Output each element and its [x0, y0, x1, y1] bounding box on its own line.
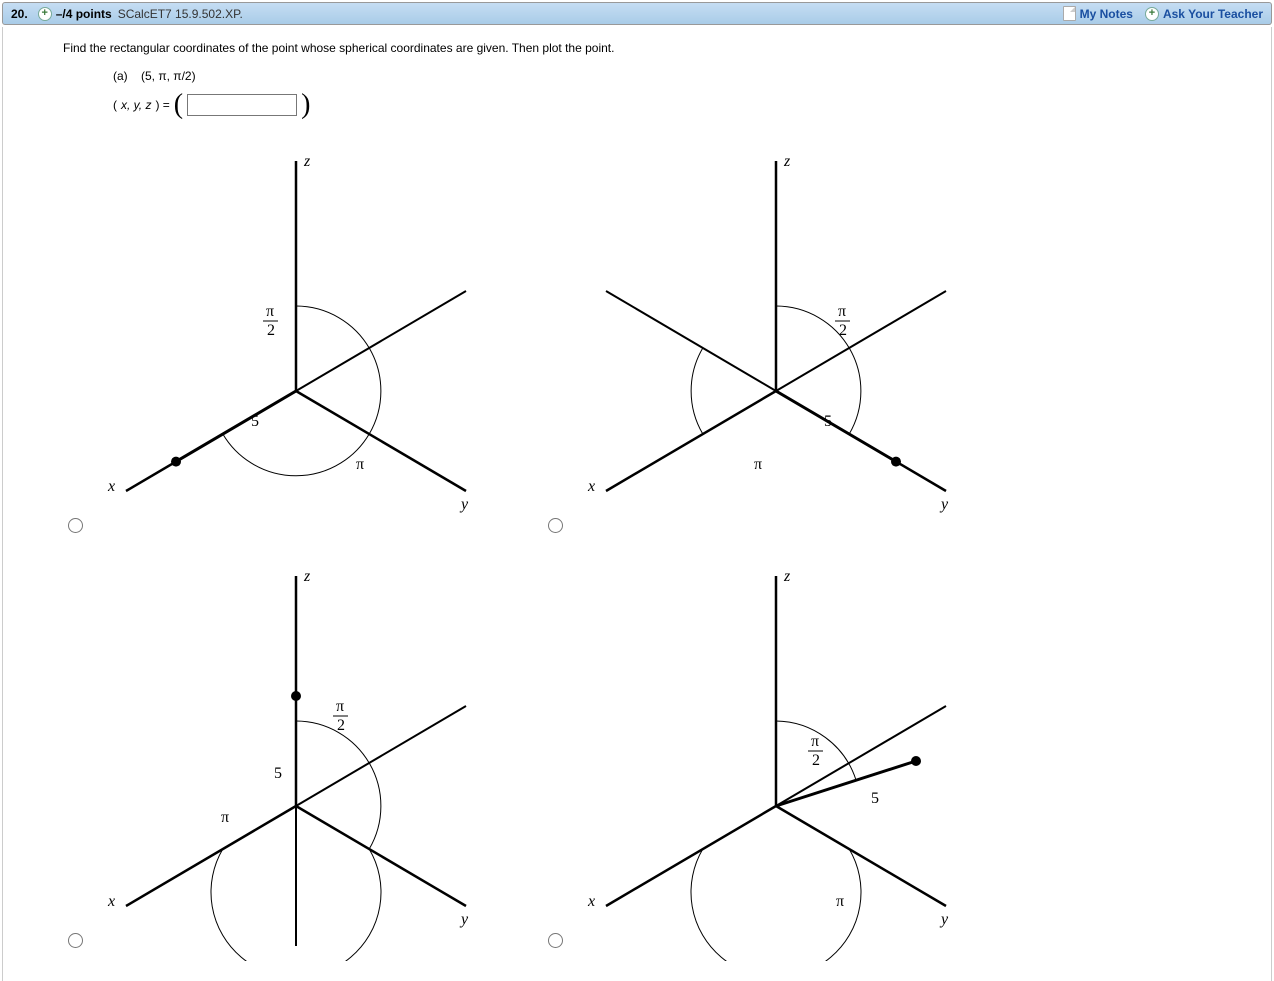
radio-option-c[interactable] — [68, 933, 83, 948]
part-label: (a) — [113, 69, 128, 83]
radio-option-d[interactable] — [548, 933, 563, 948]
svg-text:5: 5 — [871, 790, 879, 807]
svg-text:2: 2 — [812, 752, 820, 769]
svg-text:π: π — [266, 303, 274, 320]
svg-text:π: π — [754, 456, 762, 473]
svg-text:π: π — [838, 303, 846, 320]
points-text: –/4 points — [56, 7, 112, 21]
part-a: (a) (5, π, π/2) — [113, 69, 1241, 83]
answer-label-open: ( — [113, 98, 117, 112]
answer-row: ( x, y, z ) = ( ) — [113, 89, 1241, 121]
svg-text:z: z — [783, 153, 791, 170]
radio-option-a[interactable] — [68, 518, 83, 533]
left-paren: ( — [174, 89, 183, 121]
source-text: SCalcET7 15.9.502.XP. — [118, 7, 243, 21]
svg-text:z: z — [303, 568, 311, 585]
question-prompt: Find the rectangular coordinates of the … — [63, 41, 1241, 55]
answer-label-close: ) = — [155, 98, 169, 112]
plot-option-b: z x y π 2 5 π — [543, 151, 983, 546]
question-number: 20. — [11, 7, 28, 21]
my-notes-link[interactable]: My Notes — [1080, 7, 1133, 21]
right-paren: ) — [301, 89, 310, 121]
plot-option-c: z x y π 2 5 π — [63, 566, 503, 961]
svg-text:z: z — [783, 568, 791, 585]
svg-text:π: π — [811, 733, 819, 750]
given-coordinates: (5, π, π/2) — [141, 69, 196, 83]
plot-b-svg: z x y π 2 5 π — [576, 151, 966, 546]
plot-a-svg: z x y π 2 5 π — [96, 151, 486, 546]
answer-vars: x, y, z — [121, 98, 151, 112]
svg-text:y: y — [459, 911, 469, 928]
svg-text:x: x — [107, 478, 115, 495]
plot-option-a: z x y π 2 5 π — [63, 151, 503, 546]
svg-text:2: 2 — [337, 717, 345, 734]
svg-text:x: x — [587, 478, 595, 495]
svg-text:y: y — [459, 496, 469, 513]
notes-icon — [1063, 6, 1076, 21]
svg-text:z: z — [303, 153, 311, 170]
svg-text:π: π — [336, 698, 344, 715]
svg-text:2: 2 — [839, 322, 847, 339]
ask-teacher-link[interactable]: Ask Your Teacher — [1163, 7, 1263, 21]
plot-c-svg: z x y π 2 5 π — [96, 566, 486, 961]
ask-teacher-icon[interactable]: + — [1145, 7, 1159, 21]
question-body: Find the rectangular coordinates of the … — [2, 27, 1272, 981]
svg-text:y: y — [939, 911, 949, 928]
plot-options: z x y π 2 5 π — [63, 151, 983, 961]
svg-text:π: π — [356, 456, 364, 473]
expand-icon[interactable]: + — [38, 7, 52, 21]
svg-text:π: π — [221, 809, 229, 826]
question-header: 20. + –/4 points SCalcET7 15.9.502.XP. M… — [2, 2, 1272, 25]
svg-text:5: 5 — [824, 413, 832, 430]
svg-text:2: 2 — [267, 322, 275, 339]
radio-option-b[interactable] — [548, 518, 563, 533]
svg-text:π: π — [836, 893, 844, 910]
svg-text:x: x — [587, 893, 595, 910]
svg-text:5: 5 — [251, 413, 259, 430]
svg-text:y: y — [939, 496, 949, 513]
plot-d-svg: z x y π 2 5 π — [576, 566, 966, 961]
svg-text:5: 5 — [274, 765, 282, 782]
svg-text:x: x — [107, 893, 115, 910]
plot-option-d: z x y π 2 5 π — [543, 566, 983, 961]
answer-input[interactable] — [187, 94, 297, 116]
